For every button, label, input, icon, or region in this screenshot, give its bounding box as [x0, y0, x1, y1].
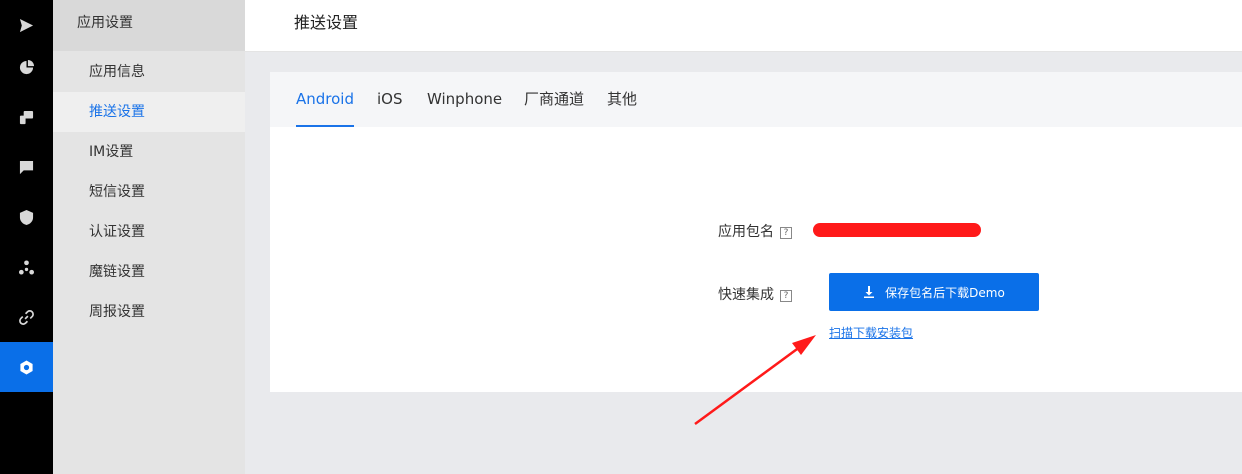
quick-integration-row: 快速集成? [718, 284, 792, 304]
tab-android[interactable]: Android [296, 72, 354, 127]
rail-item-messages[interactable] [0, 142, 53, 192]
push-settings-card: Android iOS Winphone 厂商通道 其他 应用包名? 快速集成?… [270, 72, 1242, 392]
message-icon [19, 160, 34, 174]
pie-chart-icon [19, 59, 34, 74]
menu-item-weekly-report-settings[interactable]: 周报设置 [53, 292, 245, 332]
help-icon[interactable]: ? [780, 227, 792, 239]
send-icon [19, 18, 34, 32]
settings-icon [20, 359, 33, 375]
menu-item-app-info[interactable]: 应用信息 [53, 52, 245, 92]
rail-item-stats[interactable] [0, 42, 53, 92]
package-name-row: 应用包名? [718, 221, 792, 241]
rail-item-links[interactable] [0, 292, 53, 342]
menu-item-auth-settings[interactable]: 认证设置 [53, 212, 245, 252]
redacted-package-name [813, 223, 981, 237]
download-icon [864, 286, 875, 298]
cluster-icon [19, 259, 34, 275]
icon-rail [0, 0, 53, 474]
rail-item-security[interactable] [0, 192, 53, 242]
tab-winphone[interactable]: Winphone [427, 72, 502, 127]
package-name-label: 应用包名 [718, 224, 774, 240]
rail-item-cluster[interactable] [0, 242, 53, 292]
menu-item-sms-settings[interactable]: 短信设置 [53, 172, 245, 212]
download-demo-label: 保存包名后下载Demo [885, 285, 1005, 300]
page-header: 推送设置 [245, 0, 1242, 52]
download-demo-button[interactable]: 保存包名后下载Demo [829, 273, 1039, 311]
menu-item-magiclink-settings[interactable]: 魔链设置 [53, 252, 245, 292]
scan-download-link[interactable]: 扫描下载安装包 [829, 324, 913, 341]
help-icon[interactable]: ? [780, 290, 792, 302]
devices-icon [19, 110, 34, 124]
page-title: 推送设置 [294, 13, 359, 32]
menu-item-push-settings[interactable]: 推送设置 [53, 92, 245, 132]
rail-item-devices[interactable] [0, 92, 53, 142]
rail-item-settings[interactable] [0, 342, 53, 392]
link-icon [19, 309, 34, 325]
tab-other[interactable]: 其他 [607, 72, 637, 127]
quick-integration-label: 快速集成 [718, 287, 774, 303]
tab-ios[interactable]: iOS [377, 72, 403, 127]
submenu-title: 应用设置 [53, 0, 245, 51]
shield-icon [19, 209, 34, 225]
menu-item-im-settings[interactable]: IM设置 [53, 132, 245, 172]
settings-submenu: 应用设置 应用信息 推送设置 IM设置 短信设置 认证设置 魔链设置 周报设置 [53, 0, 245, 474]
platform-tabs: Android iOS Winphone 厂商通道 其他 [270, 72, 1242, 127]
tab-vendor-channel[interactable]: 厂商通道 [524, 72, 584, 127]
